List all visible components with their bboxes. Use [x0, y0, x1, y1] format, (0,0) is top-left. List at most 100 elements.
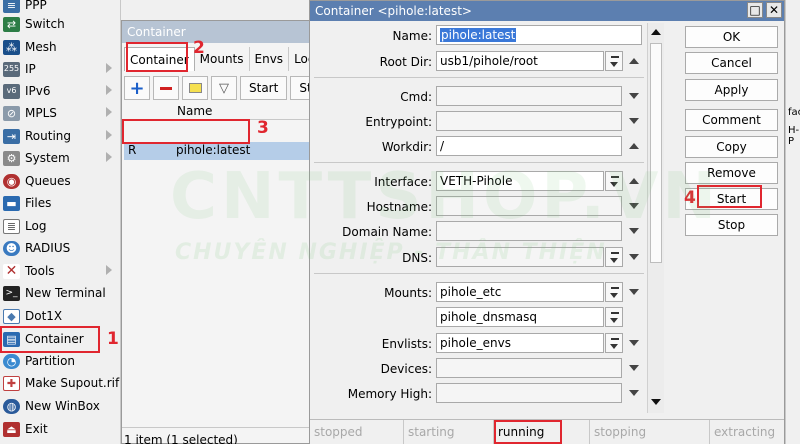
dns-dropdown[interactable] [605, 247, 623, 267]
root-dir-dropdown[interactable] [605, 51, 623, 71]
devices-field[interactable] [436, 358, 622, 378]
name-value: pihole:latest [440, 28, 517, 42]
cancel-button[interactable]: Cancel [685, 52, 778, 74]
root-dir-label: Root Dir: [379, 55, 432, 69]
mounts-dropdown-1[interactable] [605, 282, 623, 302]
sidebar-item-label: IPv6 [25, 84, 51, 98]
queues-icon: ◉ [3, 173, 20, 189]
list-window-title: Container [122, 21, 326, 43]
sidebar-item-log[interactable]: ≣ Log [0, 215, 120, 237]
add-button[interactable]: + [124, 76, 150, 100]
sidebar-item-new-winbox[interactable]: ◍ New WinBox [0, 395, 120, 417]
annotation-box-running [494, 420, 562, 444]
section-divider [314, 273, 644, 274]
remove-button[interactable] [153, 76, 179, 100]
scroll-up-icon[interactable] [651, 29, 661, 35]
workdir-field[interactable]: / [436, 136, 622, 156]
status-starting: starting [404, 420, 494, 444]
chevron-down-icon [610, 292, 618, 298]
ok-button[interactable]: OK [685, 26, 778, 48]
sidebar-item-radius[interactable]: ☻ RADIUS [0, 237, 120, 259]
sidebar-item-label: Files [25, 196, 52, 210]
sidebar-item-ip[interactable]: 255 IP [0, 58, 120, 80]
column-name[interactable]: Name [177, 104, 212, 118]
watermark-logo: CNTTSHOP.VN [170, 160, 720, 234]
sidebar-item-dot1x[interactable]: ◆ Dot1X [0, 305, 120, 327]
mounts-field-1[interactable]: pihole_etc [436, 282, 604, 302]
expand-arrow-icon[interactable] [629, 390, 639, 396]
dot1x-icon: ◆ [3, 308, 20, 324]
name-label: Name: [392, 29, 432, 43]
sidebar-item-label: Make Supout.rif [25, 376, 120, 390]
sidebar-item-exit[interactable]: ⏏ Exit [0, 418, 120, 440]
sidebar-item-ipv6[interactable]: v6 IPv6 [0, 80, 120, 102]
apply-button[interactable]: Apply [685, 79, 778, 101]
start-button[interactable]: Start [240, 76, 288, 100]
annotation-box-sidebar [0, 326, 100, 353]
annotation-box-row [122, 119, 250, 144]
memory-high-field[interactable] [436, 383, 622, 403]
sidebar-item-label: Mesh [25, 40, 57, 54]
mounts-dropdown-2[interactable] [605, 307, 623, 327]
supout-icon: ✚ [3, 375, 20, 391]
restore-button[interactable]: □ [747, 2, 763, 18]
status-stopped: stopped [310, 420, 404, 444]
sidebar-item-files[interactable]: ▬ Files [0, 192, 120, 214]
collapse-arrow-icon[interactable] [629, 143, 639, 149]
sidebar-item-label: Log [25, 219, 47, 233]
sidebar-item-label: Exit [25, 422, 48, 436]
expand-arrow-icon[interactable] [629, 289, 639, 295]
gear-icon: ⚙ [3, 150, 20, 166]
table-row[interactable]: R pihole:latest [124, 142, 326, 160]
chevron-down-icon [610, 317, 618, 323]
switch-icon: ⇄ [3, 16, 20, 32]
chevron-down-icon [610, 61, 618, 67]
comment-button[interactable]: Comment [685, 109, 778, 131]
sidebar-item-partition[interactable]: ◔ Partition [0, 350, 120, 372]
sidebar-item-label: IP [25, 62, 36, 76]
sidebar-item-switch[interactable]: ⇄ Switch [0, 13, 120, 35]
expand-arrow-icon[interactable] [629, 340, 639, 346]
cmd-field[interactable] [436, 86, 622, 106]
comment-button[interactable] [182, 76, 208, 100]
sidebar-item-new-terminal[interactable]: >_ New Terminal [0, 282, 120, 304]
dialog-title: Container <pihole:latest> [310, 1, 784, 21]
truncated-header: fac [788, 107, 800, 118]
sidebar-item-queues[interactable]: ◉ Queues [0, 170, 120, 192]
collapse-arrow-icon[interactable] [629, 58, 639, 64]
sidebar-item-label: Tools [25, 264, 55, 278]
name-field[interactable]: pihole:latest [436, 25, 642, 45]
entrypoint-field[interactable] [436, 111, 622, 131]
sidebar-item-system[interactable]: ⚙ System [0, 147, 120, 169]
expand-arrow-icon[interactable] [629, 93, 639, 99]
sidebar-item-label: System [25, 151, 70, 165]
scroll-down-icon[interactable] [651, 399, 661, 405]
mounts-label: Mounts: [384, 286, 432, 300]
tab-envs[interactable]: Envs [250, 47, 290, 71]
close-button[interactable]: ✕ [766, 2, 782, 18]
copy-button[interactable]: Copy [685, 136, 778, 158]
expand-arrow-icon[interactable] [629, 118, 639, 124]
envlists-dropdown[interactable] [605, 333, 623, 353]
list-divider [122, 427, 326, 428]
sidebar-item-label: Dot1X [25, 309, 63, 323]
expand-arrow-icon[interactable] [629, 365, 639, 371]
sidebar-item-label: PPP [25, 0, 47, 12]
status-stopping: stopping [590, 420, 710, 444]
annotation-number-1: 1 [107, 329, 119, 349]
submenu-arrow-icon [106, 152, 112, 162]
mounts-field-2[interactable]: pihole_dnsmasq [436, 307, 604, 327]
chevron-down-icon [610, 343, 618, 349]
sidebar-item-tools[interactable]: ✕ Tools [0, 260, 120, 282]
sidebar-item-make-supout[interactable]: ✚ Make Supout.rif [0, 372, 120, 394]
sidebar-item-mpls[interactable]: ⊘ MPLS [0, 102, 120, 124]
expand-arrow-icon[interactable] [629, 254, 639, 260]
filter-button[interactable]: ▽ [211, 76, 237, 100]
annotation-box-tab [126, 42, 188, 72]
sidebar-item-routing[interactable]: ⇥ Routing [0, 125, 120, 147]
envlists-label: Envlists: [381, 337, 432, 351]
envlists-field[interactable]: pihole_envs [436, 333, 604, 353]
sidebar-item-mesh[interactable]: ⁂ Mesh [0, 36, 120, 58]
winbox-icon: ◍ [3, 398, 20, 414]
root-dir-field[interactable]: usb1/pihole/root [436, 51, 604, 71]
